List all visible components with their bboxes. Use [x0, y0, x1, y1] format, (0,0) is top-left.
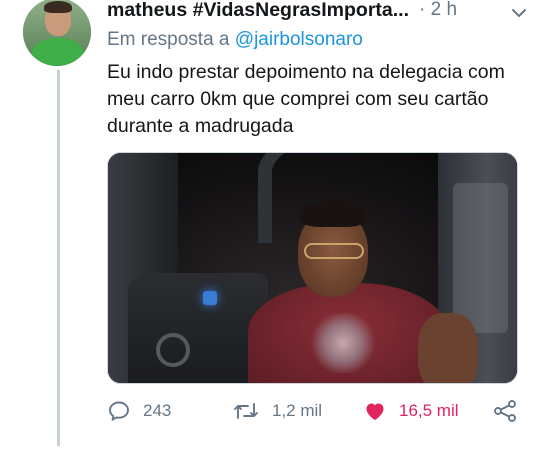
like-button[interactable]: 16,5 mil: [363, 396, 459, 426]
timestamp[interactable]: · 2 h: [419, 0, 457, 21]
tweet-header: matheus #VidasNegrasImporta... · 2 h: [107, 0, 527, 23]
avatar[interactable]: [23, 0, 91, 66]
retweet-icon: [232, 399, 260, 423]
tweet-media-photo[interactable]: [107, 152, 518, 384]
reply-prefix: Em resposta a: [107, 29, 230, 50]
photo-glasses: [304, 243, 364, 259]
share-icon: [492, 399, 518, 423]
chevron-down-icon[interactable]: [510, 4, 528, 22]
thread-line: [57, 70, 60, 446]
photo-person-hair: [300, 201, 366, 227]
tweet-actions: 243 1,2 mil 16,5 mil: [107, 396, 527, 426]
retweet-count: 1,2 mil: [272, 401, 323, 420]
photo-dashboard-light: [203, 291, 217, 305]
photo-dashboard: [128, 273, 268, 383]
reply-button[interactable]: 243: [107, 396, 171, 426]
photo-shirt-print: [308, 313, 378, 373]
retweet-button[interactable]: 1,2 mil: [232, 396, 322, 426]
avatar-shirt: [31, 38, 85, 66]
photo-car-window: [453, 183, 508, 333]
reply-context: Em resposta a @jairbolsonaro: [107, 29, 363, 51]
like-count: 16,5 mil: [399, 401, 459, 420]
reply-count: 243: [143, 401, 172, 420]
photo-person-arm: [418, 313, 478, 383]
reply-icon: [107, 399, 131, 423]
display-name[interactable]: matheus #VidasNegrasImporta...: [107, 0, 409, 22]
avatar-hair: [44, 1, 72, 13]
photo-air-vent: [156, 333, 190, 367]
heart-icon: [363, 399, 387, 423]
reply-mention-link[interactable]: @jairbolsonaro: [235, 29, 363, 50]
share-button[interactable]: [492, 396, 518, 426]
tweet-text: Eu indo prestar depoimento na delegacia …: [107, 61, 505, 137]
